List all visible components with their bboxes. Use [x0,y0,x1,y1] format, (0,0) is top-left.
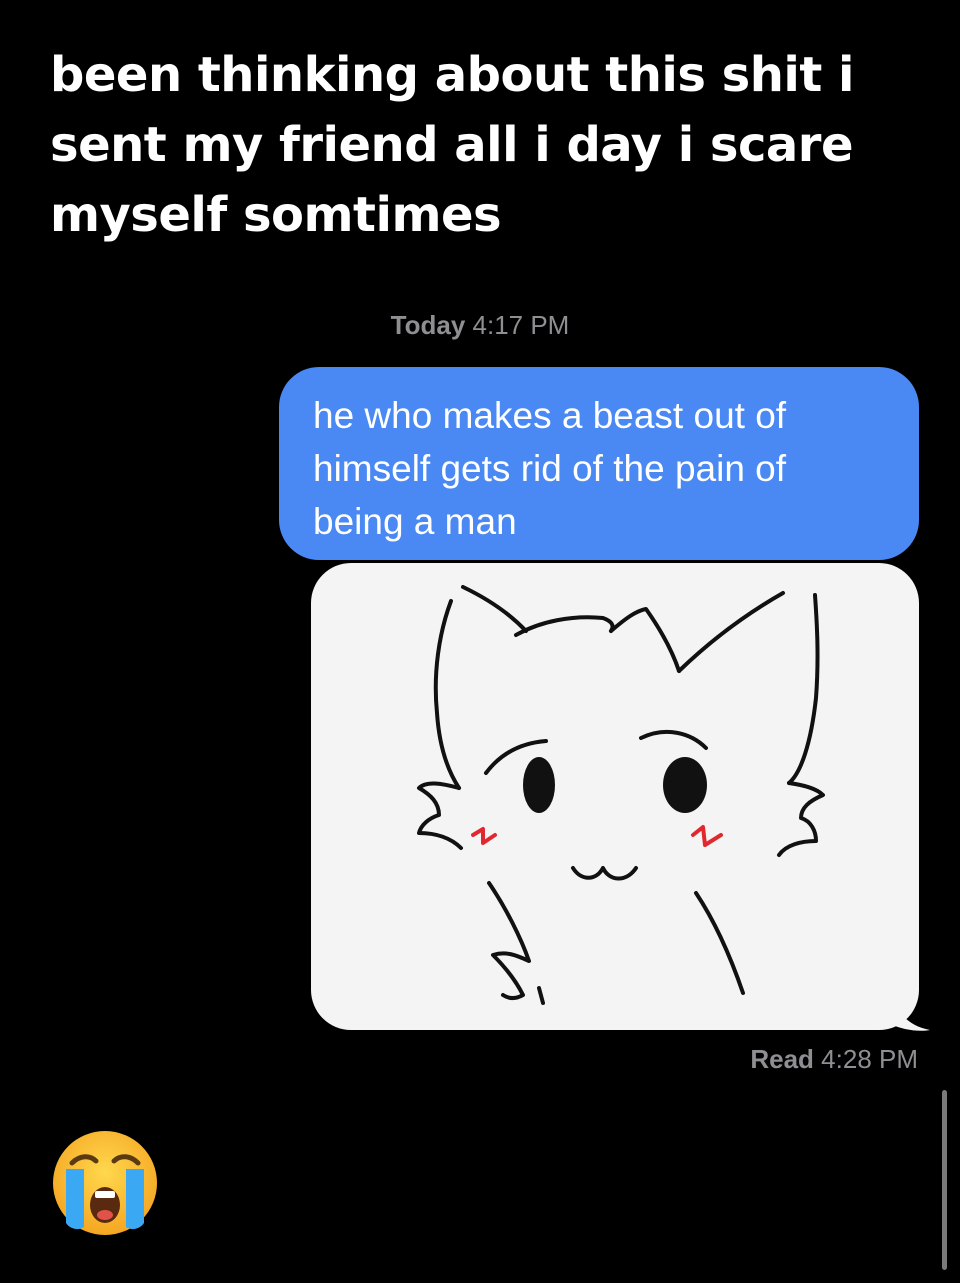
cat-right-blush [691,825,723,847]
outgoing-message-bubble[interactable]: he who makes a beast out of himself gets… [279,367,919,560]
timestamp-day: Today [390,310,466,340]
outgoing-image-bubble[interactable] [311,563,919,1030]
cat-drawing-icon [417,585,825,1005]
read-label: Read [750,1044,814,1074]
post-caption: been thinking about this shit i sent my … [50,47,854,243]
read-time: 4:28 PM [821,1044,918,1074]
timestamp-time: 4:17 PM [472,310,570,340]
cat-left-blush [471,827,497,845]
scrollbar[interactable] [942,1090,947,1270]
cat-right-eye [663,757,707,813]
loudly-crying-face-icon [53,1131,157,1235]
read-receipt: Read 4:28 PM [750,1044,918,1075]
message-timestamp: Today 4:17 PM [0,310,960,341]
message-tail [890,996,930,1031]
cat-left-eye [523,757,555,813]
